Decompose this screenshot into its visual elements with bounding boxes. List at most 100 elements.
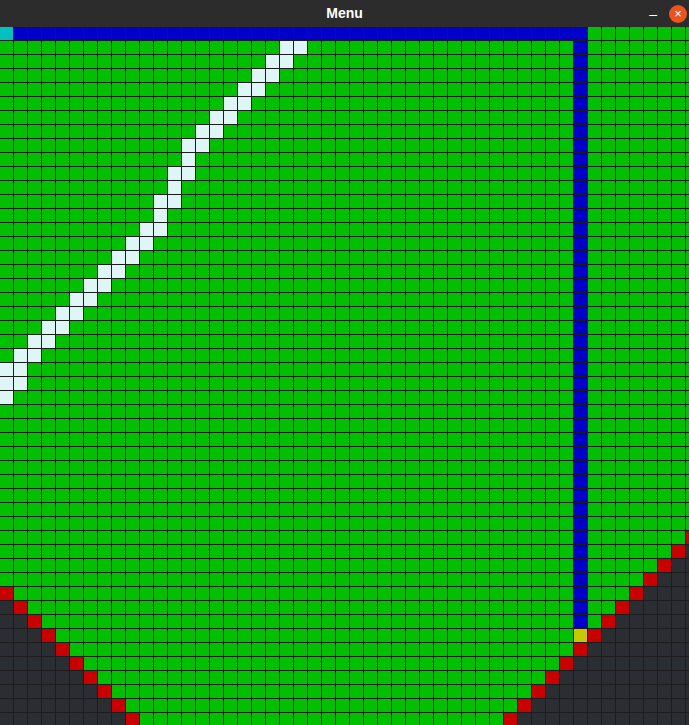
grid-cell[interactable] [602,545,615,558]
grid-cell[interactable] [140,377,153,390]
grid-cell[interactable] [182,111,195,124]
grid-cell[interactable] [420,237,433,250]
grid-cell[interactable] [70,447,83,460]
grid-cell[interactable] [336,251,349,264]
grid-cell[interactable] [644,111,657,124]
grid-cell[interactable] [546,279,559,292]
grid-cell[interactable] [462,405,475,418]
grid-cell[interactable] [42,223,55,236]
grid-cell[interactable] [518,475,531,488]
grid-cell[interactable] [252,209,265,222]
grid-cell[interactable] [154,349,167,362]
grid-cell[interactable] [196,55,209,68]
grid-cell[interactable] [420,307,433,320]
grid-cell[interactable] [420,27,433,40]
grid-cell[interactable] [546,559,559,572]
grid-cell[interactable] [140,461,153,474]
grid-cell[interactable] [378,97,391,110]
grid-cell[interactable] [168,223,181,236]
grid-cell[interactable] [588,97,601,110]
grid-cell[interactable] [252,461,265,474]
grid-cell[interactable] [168,559,181,572]
grid-cell[interactable] [504,307,517,320]
grid-cell[interactable] [238,489,251,502]
grid-cell[interactable] [308,97,321,110]
grid-cell[interactable] [0,419,13,432]
grid-cell[interactable] [280,153,293,166]
grid-cell[interactable] [196,237,209,250]
grid-cell[interactable] [210,181,223,194]
grid-cell[interactable] [476,181,489,194]
grid-cell[interactable] [14,279,27,292]
grid-cell[interactable] [238,447,251,460]
grid-cell[interactable] [574,545,587,558]
grid-cell[interactable] [364,55,377,68]
grid-cell[interactable] [336,55,349,68]
grid-cell[interactable] [658,153,671,166]
grid-cell[interactable] [84,489,97,502]
grid-cell[interactable] [126,433,139,446]
grid-cell[interactable] [504,111,517,124]
grid-cell[interactable] [546,447,559,460]
grid-cell[interactable] [42,293,55,306]
grid-cell[interactable] [686,293,689,306]
grid-cell[interactable] [686,419,689,432]
grid-cell[interactable] [406,517,419,530]
grid-cell[interactable] [238,433,251,446]
grid-cell[interactable] [504,265,517,278]
grid-cell[interactable] [84,83,97,96]
grid-cell[interactable] [224,181,237,194]
grid-cell[interactable] [322,335,335,348]
grid-cell[interactable] [98,517,111,530]
grid-cell[interactable] [56,321,69,334]
grid-cell[interactable] [210,195,223,208]
grid-cell[interactable] [266,559,279,572]
grid-cell[interactable] [112,153,125,166]
grid-cell[interactable] [294,223,307,236]
grid-cell[interactable] [392,559,405,572]
grid-cell[interactable] [322,139,335,152]
grid-cell[interactable] [56,545,69,558]
grid-cell[interactable] [154,447,167,460]
grid-cell[interactable] [182,83,195,96]
grid-cell[interactable] [686,461,689,474]
grid-cell[interactable] [532,517,545,530]
grid-cell[interactable] [14,83,27,96]
grid-cell[interactable] [504,153,517,166]
grid-cell[interactable] [392,419,405,432]
grid-cell[interactable] [448,489,461,502]
grid-cell[interactable] [0,573,13,586]
grid-cell[interactable] [42,503,55,516]
grid-cell[interactable] [602,195,615,208]
grid-cell[interactable] [196,153,209,166]
grid-cell[interactable] [336,153,349,166]
grid-cell[interactable] [686,279,689,292]
grid-cell[interactable] [336,279,349,292]
grid-cell[interactable] [224,363,237,376]
grid-cell[interactable] [476,125,489,138]
grid-cell[interactable] [28,237,41,250]
grid-cell[interactable] [448,559,461,572]
grid-cell[interactable] [14,307,27,320]
grid-cell[interactable] [84,167,97,180]
grid-cell[interactable] [182,55,195,68]
grid-cell[interactable] [350,433,363,446]
grid-cell[interactable] [490,279,503,292]
grid-cell[interactable] [420,433,433,446]
grid-cell[interactable] [378,251,391,264]
grid-cell[interactable] [518,321,531,334]
grid-cell[interactable] [546,419,559,432]
grid-cell[interactable] [84,531,97,544]
grid-cell[interactable] [294,335,307,348]
grid-cell[interactable] [476,83,489,96]
grid-cell[interactable] [420,111,433,124]
grid-cell[interactable] [210,559,223,572]
grid-cell[interactable] [658,363,671,376]
grid-cell[interactable] [462,251,475,264]
grid-cell[interactable] [574,335,587,348]
grid-cell[interactable] [686,237,689,250]
grid-cell[interactable] [434,279,447,292]
grid-cell[interactable] [434,377,447,390]
grid-cell[interactable] [588,293,601,306]
grid-cell[interactable] [350,237,363,250]
